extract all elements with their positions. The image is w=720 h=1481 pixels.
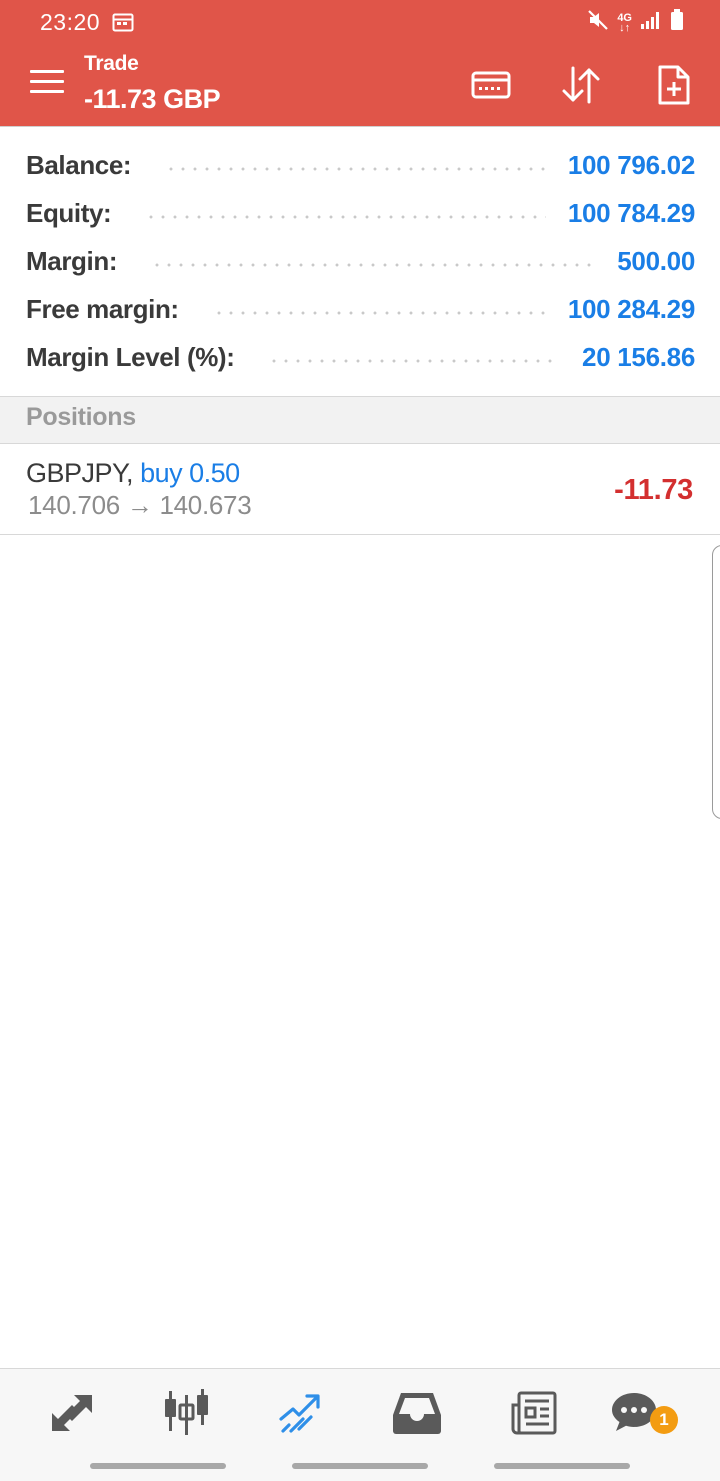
margin-level-value: 20 156.86 <box>582 341 695 372</box>
chart-icon[interactable] <box>159 1385 215 1441</box>
position-row[interactable]: GBPJPY, buy 0.50 140.706 → 140.673 -11.7… <box>0 444 720 535</box>
status-time: 23:20 <box>40 9 101 35</box>
leader-dots <box>268 359 561 363</box>
equity-row: Equity: 100 784.29 <box>26 189 695 237</box>
balance-row: Balance: 100 796.02 <box>26 141 695 189</box>
signal-icon <box>640 10 662 35</box>
equity-label: Equity: <box>26 197 112 228</box>
free-margin-value: 100 284.29 <box>567 293 695 324</box>
quotes-icon[interactable] <box>44 1385 100 1441</box>
margin-value: 500.00 <box>617 245 695 276</box>
new-order-icon[interactable] <box>650 62 696 108</box>
bottom-navigation: 1 <box>0 1368 720 1481</box>
profit-summary: -11.73 GBP <box>84 84 221 114</box>
positions-header-label: Positions <box>26 403 136 431</box>
positions-header: Positions <box>0 396 720 444</box>
history-icon[interactable] <box>389 1385 445 1441</box>
network-type: 4G <box>617 11 632 24</box>
current-price: 140.673 <box>159 490 252 520</box>
balance-label: Balance: <box>26 149 132 180</box>
margin-label: Margin: <box>26 245 118 276</box>
status-bar: 23:20 4G ↓↑ <box>0 0 720 44</box>
mute-icon <box>587 9 609 36</box>
leader-dots <box>212 311 546 315</box>
menu-icon[interactable] <box>30 70 64 98</box>
back-gesture-handle[interactable] <box>494 1463 630 1469</box>
account-summary: Balance: 100 796.02 Equity: 100 784.29 M… <box>0 126 720 397</box>
position-symbol-line: GBPJPY, buy 0.50 <box>26 458 240 489</box>
position-symbol: GBPJPY, <box>26 458 134 488</box>
page-title: Trade <box>84 52 139 75</box>
messages-badge: 1 <box>650 1406 678 1434</box>
open-price: 140.706 <box>28 490 120 520</box>
price-arrow-icon: → <box>126 490 153 520</box>
status-icons: 4G ↓↑ <box>587 9 684 36</box>
app-header: 23:20 4G ↓↑ Trade -11.73 GBP <box>0 0 720 126</box>
margin-level-row: Margin Level (%): 20 156.86 <box>26 333 695 381</box>
position-side-volume: buy 0.50 <box>140 458 240 488</box>
free-margin-label: Free margin: <box>26 293 179 324</box>
leader-dots <box>151 263 596 267</box>
margin-level-label: Margin Level (%): <box>26 341 235 372</box>
battery-icon <box>670 9 684 36</box>
free-margin-row: Free margin: 100 284.29 <box>26 285 695 333</box>
network-label: 4G ↓↑ <box>617 11 632 34</box>
equity-value: 100 784.29 <box>567 197 695 228</box>
margin-row: Margin: 500.00 <box>26 237 695 285</box>
trade-icon[interactable] <box>273 1385 329 1441</box>
app-bar: Trade -11.73 GBP <box>0 44 720 126</box>
news-icon[interactable] <box>505 1385 561 1441</box>
leader-dots <box>145 215 546 219</box>
position-prices: 140.706 → 140.673 <box>28 490 252 521</box>
leader-dots <box>165 167 546 171</box>
home-gesture-handle[interactable] <box>292 1463 428 1469</box>
recents-gesture-handle[interactable] <box>90 1463 226 1469</box>
edge-panel-handle[interactable] <box>712 545 720 819</box>
deposit-card-icon[interactable] <box>468 62 514 108</box>
calendar-icon <box>112 12 134 37</box>
position-profit: -11.73 <box>614 474 693 506</box>
balance-value: 100 796.02 <box>567 149 695 180</box>
sort-icon[interactable] <box>558 62 604 108</box>
